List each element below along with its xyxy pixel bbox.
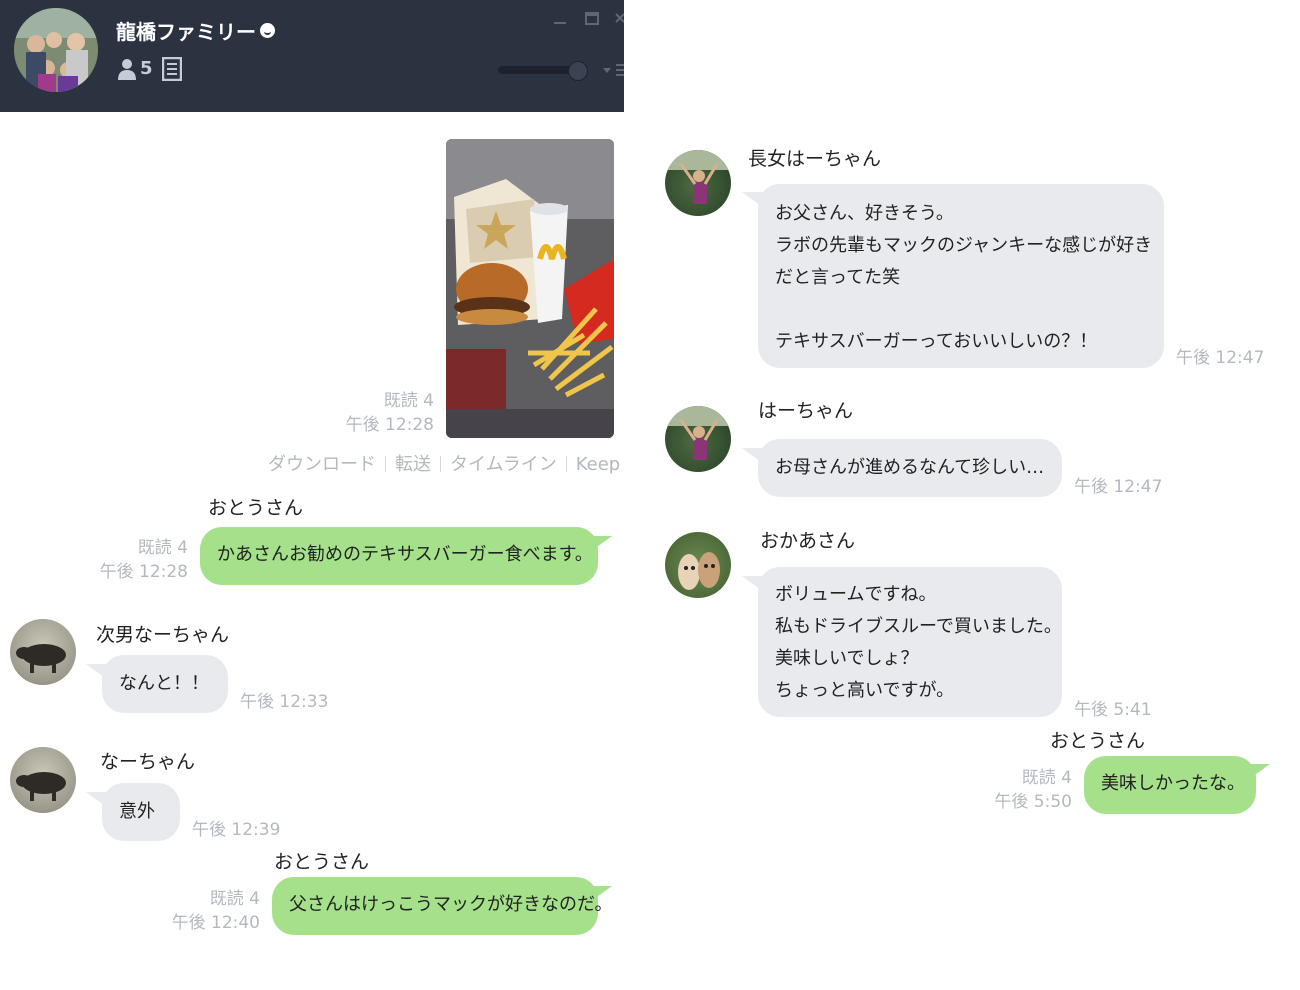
sender-name: おとうさん [1050, 730, 1146, 752]
message-text-line: ボリュームですね。 [775, 584, 937, 605]
timestamp: 午後 12:47 [1074, 477, 1163, 497]
message-bubble[interactable]: お父さん、好きそう。 ラボの先輩もマックのジャンキーな感じが好き だと言ってた笑… [758, 184, 1164, 368]
photo-message-meta: 既読 4 午後 12:28 [346, 389, 434, 437]
close-icon[interactable] [614, 10, 624, 26]
menu-icon[interactable] [616, 62, 624, 78]
timestamp: 午後 5:50 [994, 792, 1072, 812]
avatar[interactable] [10, 747, 76, 813]
message-text-line: 私もドライブスルーで買いました。 [775, 616, 1062, 637]
group-avatar[interactable] [14, 8, 98, 92]
message-text-line: だと言ってた笑 [775, 267, 901, 288]
timestamp: 午後 12:40 [171, 913, 260, 933]
sender-name: 長女はーちゃん [748, 148, 882, 170]
read-receipt: 既読 4 [209, 889, 260, 909]
message-bubble[interactable]: ボリュームですね。 私もドライブスルーで買いました。 美味しいでしょ？ ちょっと… [758, 567, 1062, 717]
minimize-icon[interactable] [552, 10, 568, 26]
sender-name: おとうさん [274, 851, 370, 873]
timestamp: 午後 5:41 [1074, 700, 1152, 720]
download-link[interactable]: ダウンロード [268, 454, 376, 475]
food-photo[interactable] [446, 139, 614, 438]
slider-handle[interactable] [568, 61, 588, 81]
timestamp: 午後 12:47 [1176, 348, 1265, 368]
message-bubble[interactable]: 意外 [102, 783, 180, 841]
message-text-line: ちょっと高いですが。 [775, 680, 955, 701]
avatar[interactable] [665, 150, 731, 216]
sender-name: おかあさん [760, 530, 856, 552]
message-bubble[interactable]: お母さんが進めるなんて珍しい… [758, 439, 1062, 497]
read-receipt: 既読 4 [1021, 768, 1072, 788]
separator [565, 456, 567, 472]
read-receipt: 既読 4 [383, 391, 434, 411]
timestamp: 午後 12:28 [99, 562, 188, 582]
avatar[interactable] [665, 532, 731, 598]
message-text-line: ラボの先輩もマックのジャンキーな感じが好き [775, 235, 1153, 256]
read-receipt: 既読 4 [137, 538, 188, 558]
member-count[interactable]: 5 [140, 58, 153, 79]
timeline-link[interactable]: タイムライン [450, 454, 557, 475]
chat-header: 龍橋ファミリー 5 [0, 0, 624, 112]
message-text-line: テキサスバーガーっておいいしいの？！ [775, 331, 1098, 352]
sender-name: はーちゃん [758, 400, 854, 422]
message-text-line [775, 294, 1164, 326]
message-text-line: 美味しいでしょ？ [775, 648, 919, 669]
member-icon[interactable] [117, 58, 137, 80]
timestamp: 午後 12:28 [345, 415, 434, 435]
separator [385, 456, 386, 472]
message-meta: 既読 4 午後 12:40 [172, 887, 260, 935]
separator [440, 456, 441, 472]
timestamp: 午後 12:39 [192, 820, 281, 840]
message-text: かあさんお勧めのテキサスバーガー食べます。 [217, 544, 593, 565]
photo-actions: ダウンロード 転送 タイムライン Keep [268, 450, 620, 476]
notes-icon[interactable] [162, 57, 182, 81]
maximize-icon[interactable] [584, 10, 600, 26]
sender-name: おとうさん [208, 497, 304, 519]
keep-link[interactable]: Keep [576, 454, 620, 475]
smile-icon [260, 23, 275, 38]
dropdown-icon[interactable] [603, 68, 611, 74]
message-text: 意外 [119, 801, 155, 822]
message-bubble[interactable]: 美味しかったな。 [1084, 756, 1256, 814]
timestamp: 午後 12:33 [240, 692, 329, 712]
avatar[interactable] [10, 619, 76, 685]
chat-title: 龍橋ファミリー [116, 16, 275, 45]
chat-title-text: 龍橋ファミリー [116, 20, 256, 44]
forward-link[interactable]: 転送 [395, 454, 431, 475]
message-meta: 既読 4 午後 5:50 [994, 766, 1072, 814]
sender-name: 次男なーちゃん [96, 624, 230, 646]
message-meta: 既読 4 午後 12:28 [100, 536, 188, 584]
message-bubble[interactable]: なんと！！ [102, 655, 228, 713]
message-text: 美味しかったな。 [1101, 773, 1245, 794]
message-text: 父さんはけっこうマックが好きなのだ。 [289, 894, 613, 915]
sender-name: なーちゃん [100, 751, 196, 773]
message-text-line: お父さん、好きそう。 [775, 203, 954, 224]
avatar[interactable] [665, 406, 731, 472]
message-bubble[interactable]: 父さんはけっこうマックが好きなのだ。 [272, 877, 613, 935]
message-bubble[interactable]: かあさんお勧めのテキサスバーガー食べます。 [200, 527, 598, 585]
message-text: お母さんが進めるなんて珍しい… [775, 457, 1045, 478]
message-text: なんと！！ [119, 673, 209, 694]
